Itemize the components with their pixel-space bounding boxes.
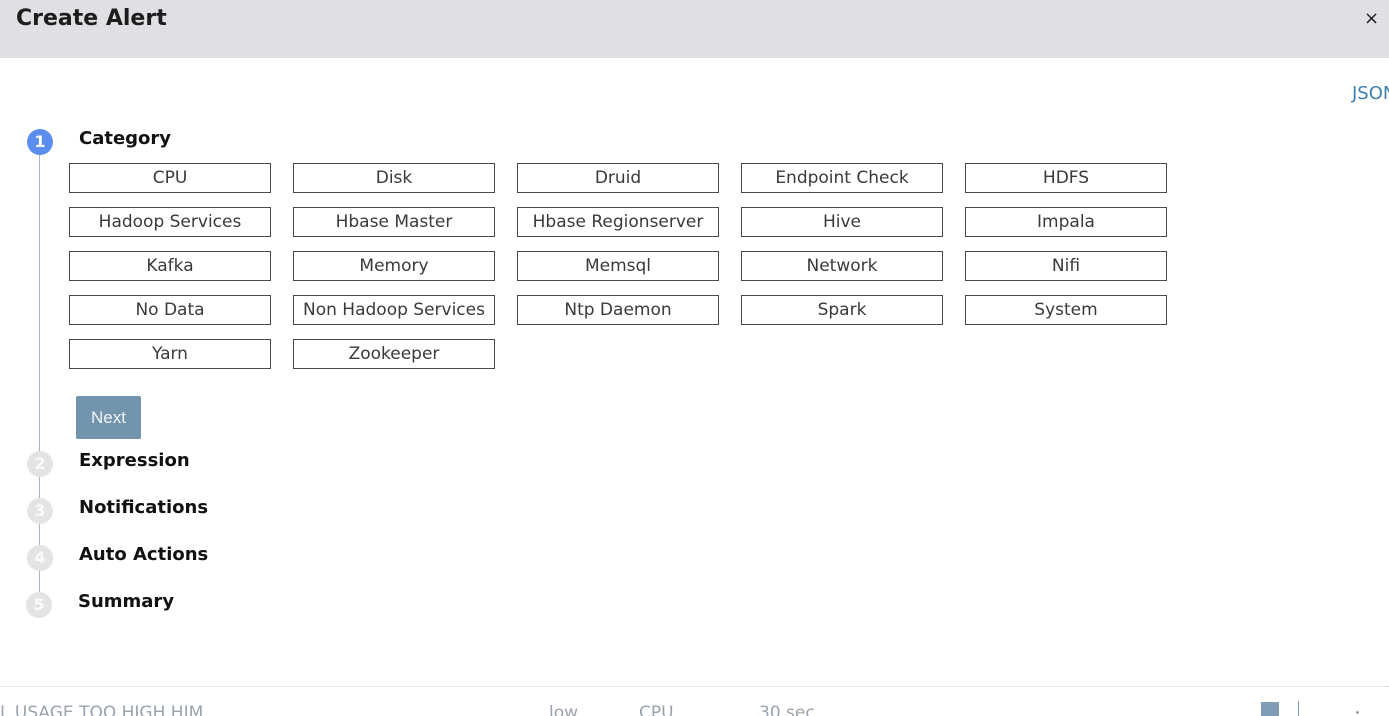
background-alert-name: L USAGE TOO HIGH HIM [0, 703, 204, 716]
next-button[interactable]: Next [76, 396, 141, 439]
background-alert-interval: 30 sec [759, 703, 815, 716]
category-nifi-button[interactable]: Nifi [965, 251, 1167, 281]
stepper-rail [39, 150, 40, 605]
category-kafka-button[interactable]: Kafka [69, 251, 271, 281]
background-alert-category: CPU [639, 703, 674, 716]
step-category-label[interactable]: Category [79, 128, 171, 149]
background-more-icon [1356, 711, 1359, 714]
step-notifications-label[interactable]: Notifications [79, 497, 208, 518]
step-5-circle: 5 [26, 592, 52, 618]
json-link[interactable]: JSON [1352, 83, 1389, 104]
dialog-header: Create Alert × [0, 0, 1389, 58]
category-network-button[interactable]: Network [741, 251, 943, 281]
category-hadoop-services-button[interactable]: Hadoop Services [69, 207, 271, 237]
step-4-circle: 4 [27, 545, 53, 571]
category-memory-button[interactable]: Memory [293, 251, 495, 281]
step-1-circle: 1 [27, 129, 53, 155]
category-memsql-button[interactable]: Memsql [517, 251, 719, 281]
category-zookeeper-button[interactable]: Zookeeper [293, 339, 495, 369]
step-auto-actions-label[interactable]: Auto Actions [79, 544, 208, 565]
step-summary-label[interactable]: Summary [78, 591, 174, 612]
category-hbase-master-button[interactable]: Hbase Master [293, 207, 495, 237]
category-hive-button[interactable]: Hive [741, 207, 943, 237]
category-druid-button[interactable]: Druid [517, 163, 719, 193]
background-alert-severity: low [549, 703, 579, 716]
close-icon[interactable]: × [1364, 8, 1379, 29]
category-endpoint-check-button[interactable]: Endpoint Check [741, 163, 943, 193]
step-expression-label[interactable]: Expression [79, 450, 190, 471]
category-ntp-daemon-button[interactable]: Ntp Daemon [517, 295, 719, 325]
category-hdfs-button[interactable]: HDFS [965, 163, 1167, 193]
category-cpu-button[interactable]: CPU [69, 163, 271, 193]
category-non-hadoop-services-button[interactable]: Non Hadoop Services [293, 295, 495, 325]
category-system-button[interactable]: System [965, 295, 1167, 325]
category-spark-button[interactable]: Spark [741, 295, 943, 325]
step-3-circle: 3 [27, 498, 53, 524]
category-impala-button[interactable]: Impala [965, 207, 1167, 237]
category-disk-button[interactable]: Disk [293, 163, 495, 193]
background-edit-icon [1261, 702, 1279, 716]
category-yarn-button[interactable]: Yarn [69, 339, 271, 369]
step-2-circle: 2 [27, 451, 53, 477]
background-divider [1298, 701, 1299, 716]
category-hbase-regionserver-button[interactable]: Hbase Regionserver [517, 207, 719, 237]
category-no-data-button[interactable]: No Data [69, 295, 271, 325]
dialog-title: Create Alert [16, 6, 167, 31]
background-alert-row: L USAGE TOO HIGH HIM low CPU 30 sec [0, 686, 1389, 716]
